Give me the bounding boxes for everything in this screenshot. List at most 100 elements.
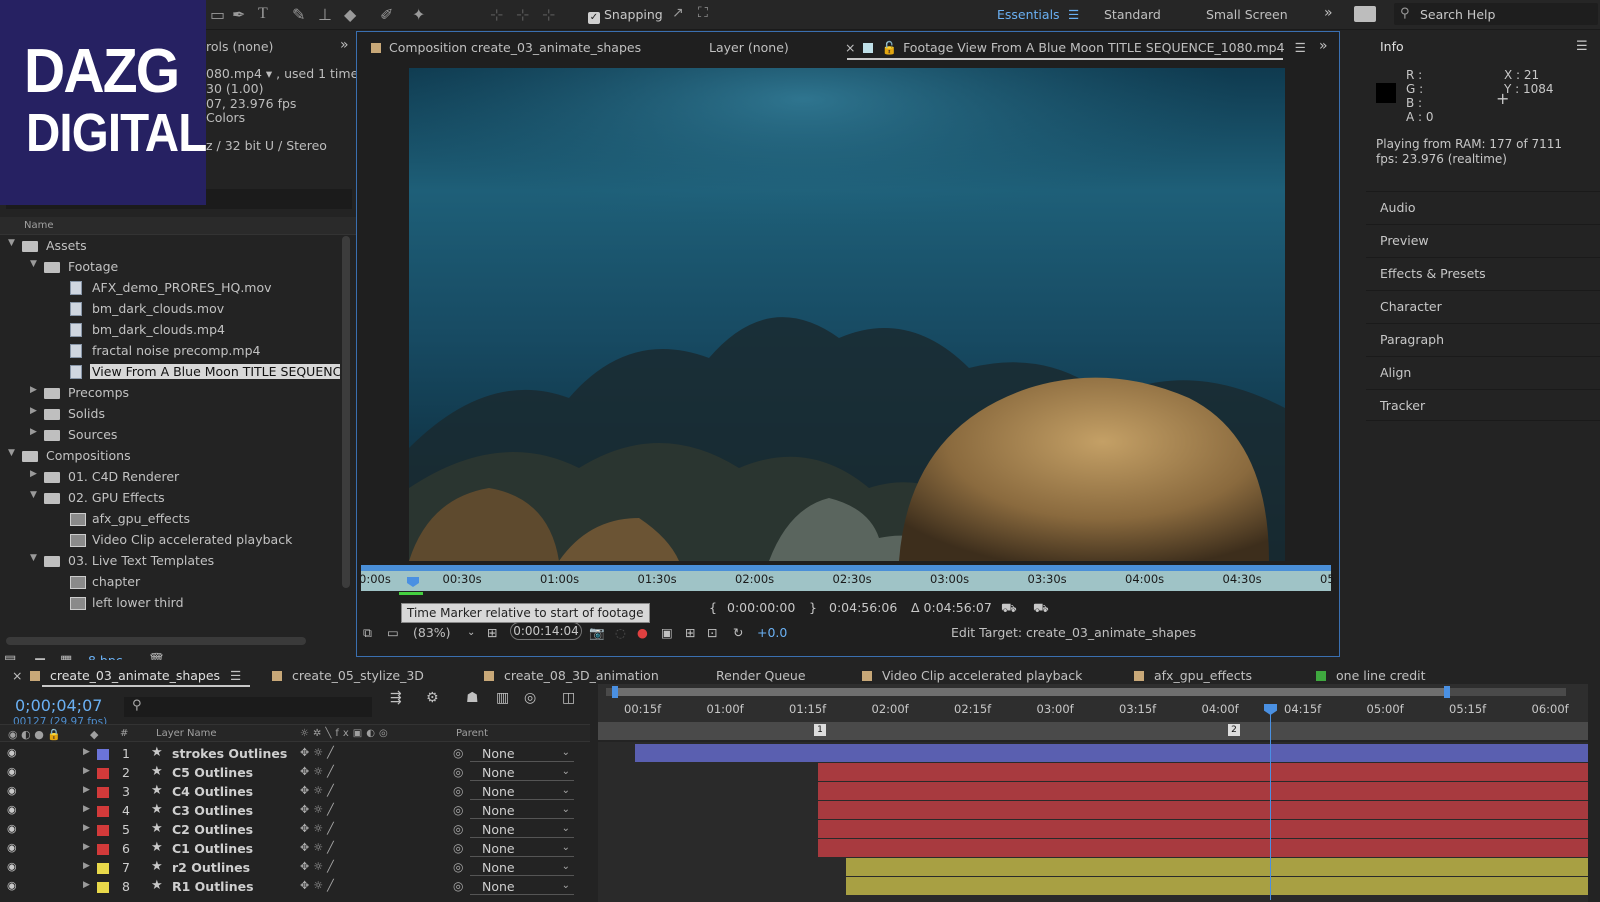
workspace-menu-icon[interactable]: ☰: [1068, 7, 1079, 22]
ripple-insert-edit-icon[interactable]: ⛟: [1001, 600, 1017, 617]
name-column[interactable]: Name: [24, 220, 54, 231]
parent-dropdown[interactable]: None ⌄: [470, 783, 574, 800]
disclosure-open-icon[interactable]: ▼: [30, 553, 37, 563]
layer-label-color[interactable]: [97, 844, 109, 855]
project-item[interactable]: ▼ Assets: [0, 236, 340, 257]
expand-layer-icon[interactable]: ▶: [83, 861, 90, 871]
workspace-small-screen[interactable]: Small Screen: [1206, 7, 1288, 22]
graph-editor-icon[interactable]: ◫: [562, 690, 575, 706]
layer-row[interactable]: ◉ ▶ 5 ★ C2 Outlines ✥☼╱ ◎ None ⌄: [0, 820, 590, 839]
current-time-indicator[interactable]: [1270, 708, 1271, 900]
layer-name[interactable]: r2 Outlines: [172, 860, 250, 875]
project-item[interactable]: afx_gpu_effects: [0, 509, 340, 530]
rectangle-tool-icon[interactable]: ▭: [210, 5, 225, 24]
panel-align[interactable]: Align: [1366, 356, 1600, 388]
timeline-tab[interactable]: Video Clip accelerated playback: [862, 668, 1082, 683]
panel-effects-presets[interactable]: Effects & Presets: [1366, 257, 1600, 289]
layer-duration-bar[interactable]: [845, 877, 1588, 895]
pen-tool-icon[interactable]: ✒: [232, 5, 245, 24]
parent-pickwhip-icon[interactable]: ◎: [453, 822, 463, 836]
workspace-grid-icon[interactable]: [1354, 6, 1376, 22]
timeline-tab[interactable]: afx_gpu_effects: [1134, 668, 1252, 683]
project-item[interactable]: ▼ Footage: [0, 257, 340, 278]
visibility-eye-icon[interactable]: ◉: [7, 879, 17, 892]
disclosure-open-icon[interactable]: ▼: [30, 259, 37, 269]
layer-search-input[interactable]: ⚲: [124, 697, 372, 717]
layer-switches-icons[interactable]: ✥☼╱: [300, 803, 338, 816]
search-help-field[interactable]: ⚲ Search Help: [1394, 3, 1598, 25]
always-preview-icon[interactable]: ⧉: [363, 625, 372, 641]
project-item[interactable]: ▶ Sources: [0, 425, 340, 446]
project-item[interactable]: left lower third: [0, 593, 340, 614]
parent-dropdown[interactable]: None ⌄: [470, 802, 574, 819]
comp-marker-1[interactable]: 1: [814, 724, 826, 736]
layer-duration-bar[interactable]: [845, 858, 1588, 876]
disclosure-closed-icon[interactable]: ▶: [30, 385, 37, 395]
project-item[interactable]: bm_dark_clouds.mp4: [0, 320, 340, 341]
tab-composition[interactable]: Composition create_03_animate_shapes: [371, 40, 641, 55]
parent-pickwhip-icon[interactable]: ◎: [453, 784, 463, 798]
parent-pickwhip-icon[interactable]: ◎: [453, 746, 463, 760]
motion-blur-icon[interactable]: ◎: [524, 690, 536, 706]
effect-controls-tab[interactable]: rols (none): [206, 39, 273, 54]
color-channels-icon[interactable]: ●: [637, 625, 648, 640]
layer-switches-icons[interactable]: ✥☼╱: [300, 746, 338, 759]
panel-paragraph[interactable]: Paragraph: [1366, 323, 1600, 355]
layer-row[interactable]: ◉ ▶ 6 ★ C1 Outlines ✥☼╱ ◎ None ⌄: [0, 839, 590, 858]
visibility-eye-icon[interactable]: ◉: [7, 765, 17, 778]
visibility-eye-icon[interactable]: ◉: [7, 784, 17, 797]
parent-dropdown[interactable]: None ⌄: [470, 764, 574, 781]
project-item[interactable]: fractal noise precomp.mp4: [0, 341, 340, 362]
layer-name[interactable]: C3 Outlines: [172, 803, 253, 818]
parent-dropdown[interactable]: None ⌄: [470, 821, 574, 838]
project-item[interactable]: ▶ Solids: [0, 404, 340, 425]
disclosure-open-icon[interactable]: ▼: [30, 490, 37, 500]
timeline-tab[interactable]: one line credit: [1316, 668, 1426, 683]
frame-blending-icon[interactable]: ▥: [496, 690, 509, 706]
project-item[interactable]: ▼ Compositions: [0, 446, 340, 467]
layer-duration-bar[interactable]: [817, 782, 1588, 800]
layer-row[interactable]: ◉ ▶ 1 ★ strokes Outlines ✥☼╱ ◎ None ⌄: [0, 744, 590, 763]
zoom-chevron-down-icon[interactable]: ⌄: [467, 627, 475, 638]
visibility-eye-icon[interactable]: ◉: [7, 860, 17, 873]
parent-pickwhip-icon[interactable]: ◎: [453, 841, 463, 855]
navigator-start-handle[interactable]: [612, 686, 618, 698]
timeline-tab[interactable]: create_08_3D_animation: [484, 668, 659, 683]
layer-name[interactable]: C5 Outlines: [172, 765, 253, 780]
layer-row[interactable]: ◉ ▶ 2 ★ C5 Outlines ✥☼╱ ◎ None ⌄: [0, 763, 590, 782]
project-item[interactable]: AFX_demo_PRORES_HQ.mov: [0, 278, 340, 299]
panel-preview[interactable]: Preview: [1366, 224, 1600, 256]
layer-label-color[interactable]: [97, 825, 109, 836]
layer-label-color[interactable]: [97, 749, 109, 760]
layer-name[interactable]: C2 Outlines: [172, 822, 253, 837]
layer-label-color[interactable]: [97, 768, 109, 779]
show-snapshot-icon[interactable]: ◌: [615, 625, 626, 640]
project-item[interactable]: chapter: [0, 572, 340, 593]
layer-label-color[interactable]: [97, 787, 109, 798]
project-item[interactable]: bm_dark_clouds.mov: [0, 299, 340, 320]
snapshot-camera-icon[interactable]: 📷: [589, 625, 605, 641]
visibility-eye-icon[interactable]: ◉: [7, 822, 17, 835]
project-item[interactable]: ▼ 02. GPU Effects: [0, 488, 340, 509]
project-item[interactable]: Video Clip accelerated playback: [0, 530, 340, 551]
expand-layer-icon[interactable]: ▶: [83, 880, 90, 890]
type-tool-icon[interactable]: T: [258, 5, 268, 23]
timeline-timecode[interactable]: 0;00;04;07: [15, 696, 102, 715]
layer-duration-bar[interactable]: [634, 744, 1588, 762]
layer-row[interactable]: ◉ ▶ 3 ★ C4 Outlines ✥☼╱ ◎ None ⌄: [0, 782, 590, 801]
layer-switches-icons[interactable]: ✥☼╱: [300, 822, 338, 835]
project-item[interactable]: ▶ 01. C4D Renderer: [0, 467, 340, 488]
parent-pickwhip-icon[interactable]: ◎: [453, 803, 463, 817]
set-in-point-icon[interactable]: {: [709, 600, 717, 615]
axis-tool-icon[interactable]: ⊹: [490, 5, 503, 24]
comp-marker-2[interactable]: 2: [1228, 724, 1240, 736]
panel-tracker[interactable]: Tracker: [1366, 389, 1600, 421]
comp-mini-flowchart-icon[interactable]: ⇶: [390, 690, 402, 706]
more-workspaces-icon[interactable]: »: [1324, 5, 1333, 21]
fit-icon[interactable]: ⊞: [487, 625, 497, 640]
expand-layer-icon[interactable]: ▶: [83, 804, 90, 814]
parent-pickwhip-icon[interactable]: ◎: [453, 765, 463, 779]
layer-duration-bar[interactable]: [817, 801, 1588, 819]
tab-menu-icon[interactable]: ☰: [226, 668, 241, 683]
snap-features-icon[interactable]: ⛶: [698, 5, 708, 21]
